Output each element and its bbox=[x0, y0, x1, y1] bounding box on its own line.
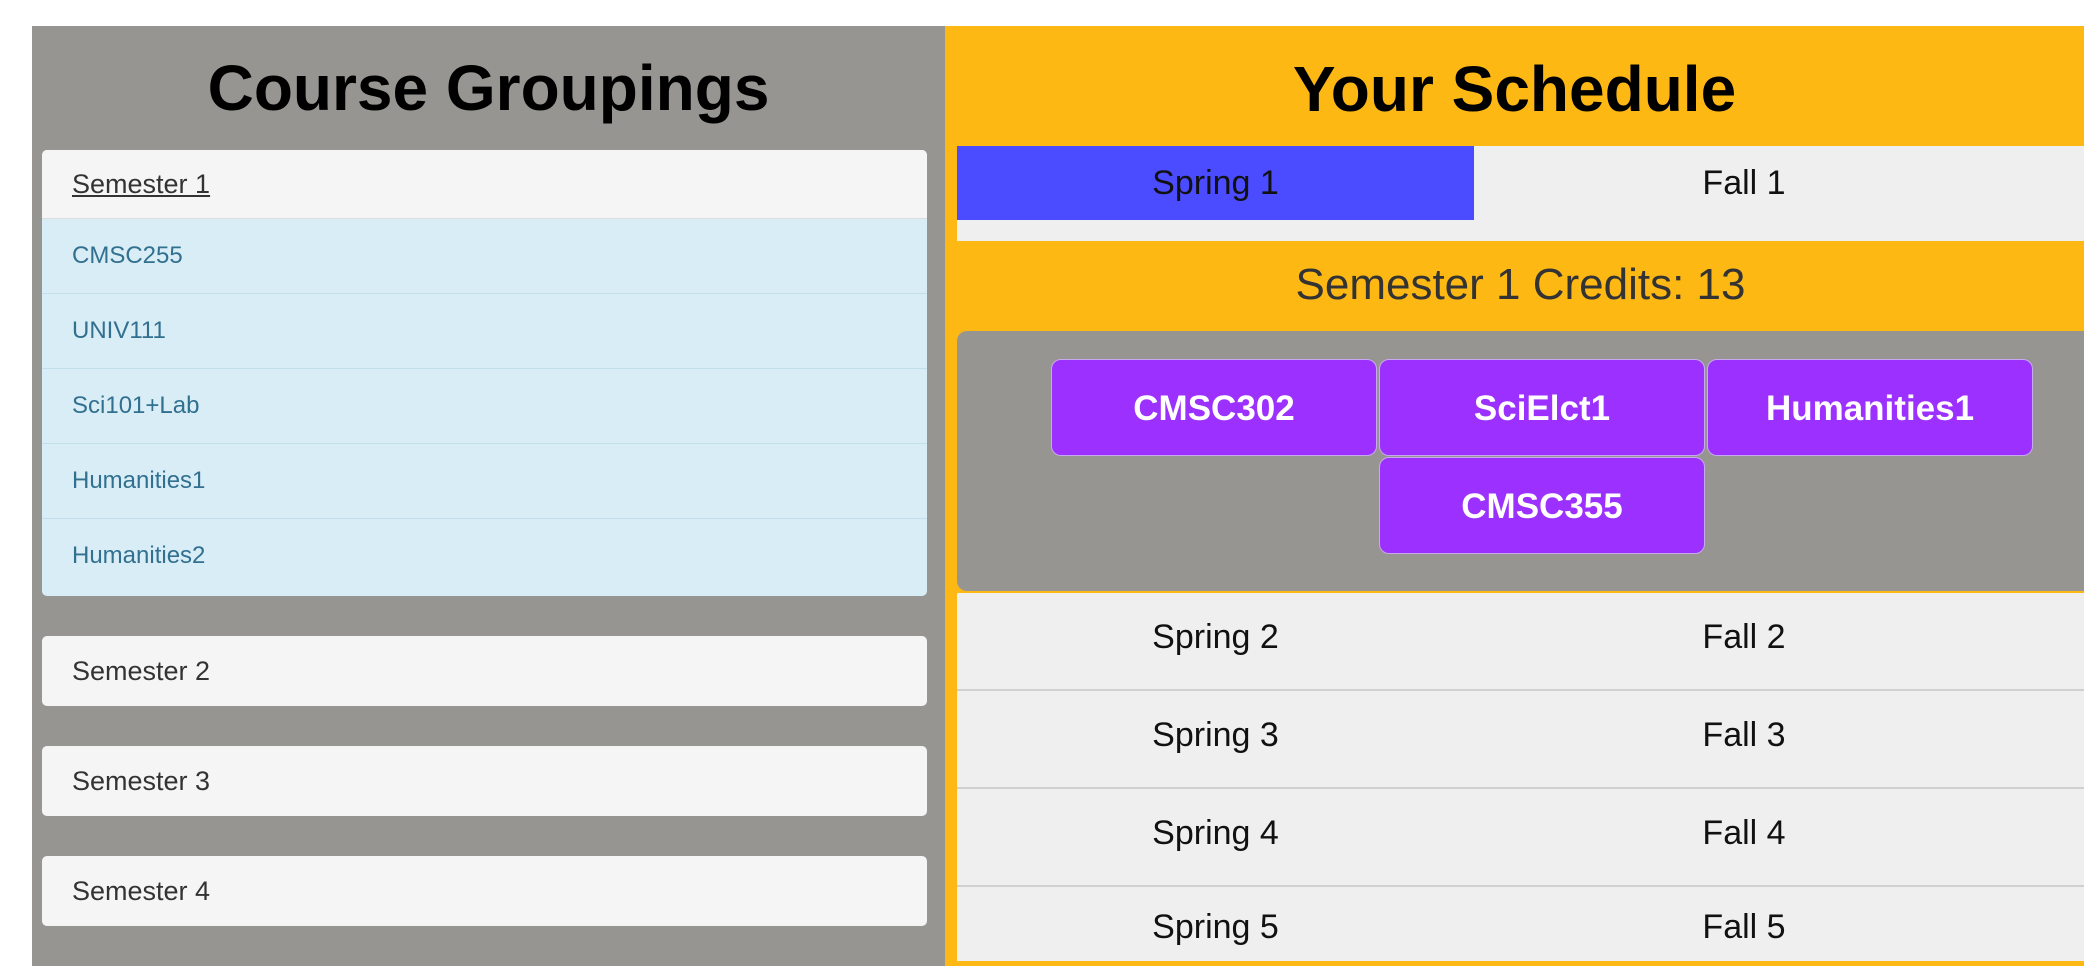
course-chip-humanities1[interactable]: Humanities1 bbox=[1707, 359, 2033, 456]
course-groupings-panel: Course Groupings Semester 1 CMSC255 UNIV… bbox=[32, 26, 945, 966]
semester-1-group: Semester 1 CMSC255 UNIV111 Sci101+Lab Hu… bbox=[42, 150, 927, 596]
schedule-row: Spring 2 Fall 2 bbox=[957, 593, 2084, 691]
course-chip-scielct1[interactable]: SciElct1 bbox=[1379, 359, 1705, 456]
tab-fall-1[interactable]: Fall 1 bbox=[1474, 146, 2014, 220]
tab-spring-4[interactable]: Spring 4 bbox=[957, 799, 1474, 867]
semester-tabs: Spring 1 Fall 1 bbox=[957, 146, 2084, 241]
course-list-item[interactable]: Humanities2 bbox=[42, 519, 927, 594]
tab-fall-3[interactable]: Fall 3 bbox=[1474, 701, 2014, 769]
semester-3-header[interactable]: Semester 3 bbox=[42, 746, 927, 816]
schedule-row: Spring 5 Fall 5 bbox=[957, 887, 2084, 961]
tab-spring-1[interactable]: Spring 1 bbox=[957, 146, 1474, 220]
schedule-row: Spring 4 Fall 4 bbox=[957, 789, 2084, 887]
tab-fall-2[interactable]: Fall 2 bbox=[1474, 603, 2014, 671]
course-groupings-title: Course Groupings bbox=[207, 52, 770, 124]
semester-2-header[interactable]: Semester 2 bbox=[42, 636, 927, 706]
schedule-panel: Your Schedule Spring 1 Fall 1 Semester 1… bbox=[945, 26, 2084, 966]
tab-fall-5[interactable]: Fall 5 bbox=[1474, 893, 2014, 961]
course-list-item[interactable]: Sci101+Lab bbox=[42, 369, 927, 444]
course-list-item[interactable]: CMSC255 bbox=[42, 219, 927, 294]
course-chip-cmsc302[interactable]: CMSC302 bbox=[1051, 359, 1377, 456]
course-list-item[interactable]: UNIV111 bbox=[42, 294, 927, 369]
schedule-title: Your Schedule bbox=[1292, 53, 1737, 125]
semester-4-header[interactable]: Semester 4 bbox=[42, 856, 927, 926]
course-chip-cmsc355[interactable]: CMSC355 bbox=[1379, 457, 1705, 554]
course-list-item[interactable]: Humanities1 bbox=[42, 444, 927, 519]
tab-spring-3[interactable]: Spring 3 bbox=[957, 701, 1474, 769]
tab-spring-5[interactable]: Spring 5 bbox=[957, 893, 1474, 961]
schedule-row: Spring 3 Fall 3 bbox=[957, 691, 2084, 789]
semester-credits: Semester 1 Credits: 13 bbox=[1295, 260, 1746, 309]
semester-1-header[interactable]: Semester 1 bbox=[42, 150, 927, 219]
tab-fall-4[interactable]: Fall 4 bbox=[1474, 799, 2014, 867]
semester-course-dropzone[interactable]: CMSC302 SciElct1 Humanities1 CMSC355 bbox=[957, 331, 2084, 591]
tab-spring-2[interactable]: Spring 2 bbox=[957, 603, 1474, 671]
